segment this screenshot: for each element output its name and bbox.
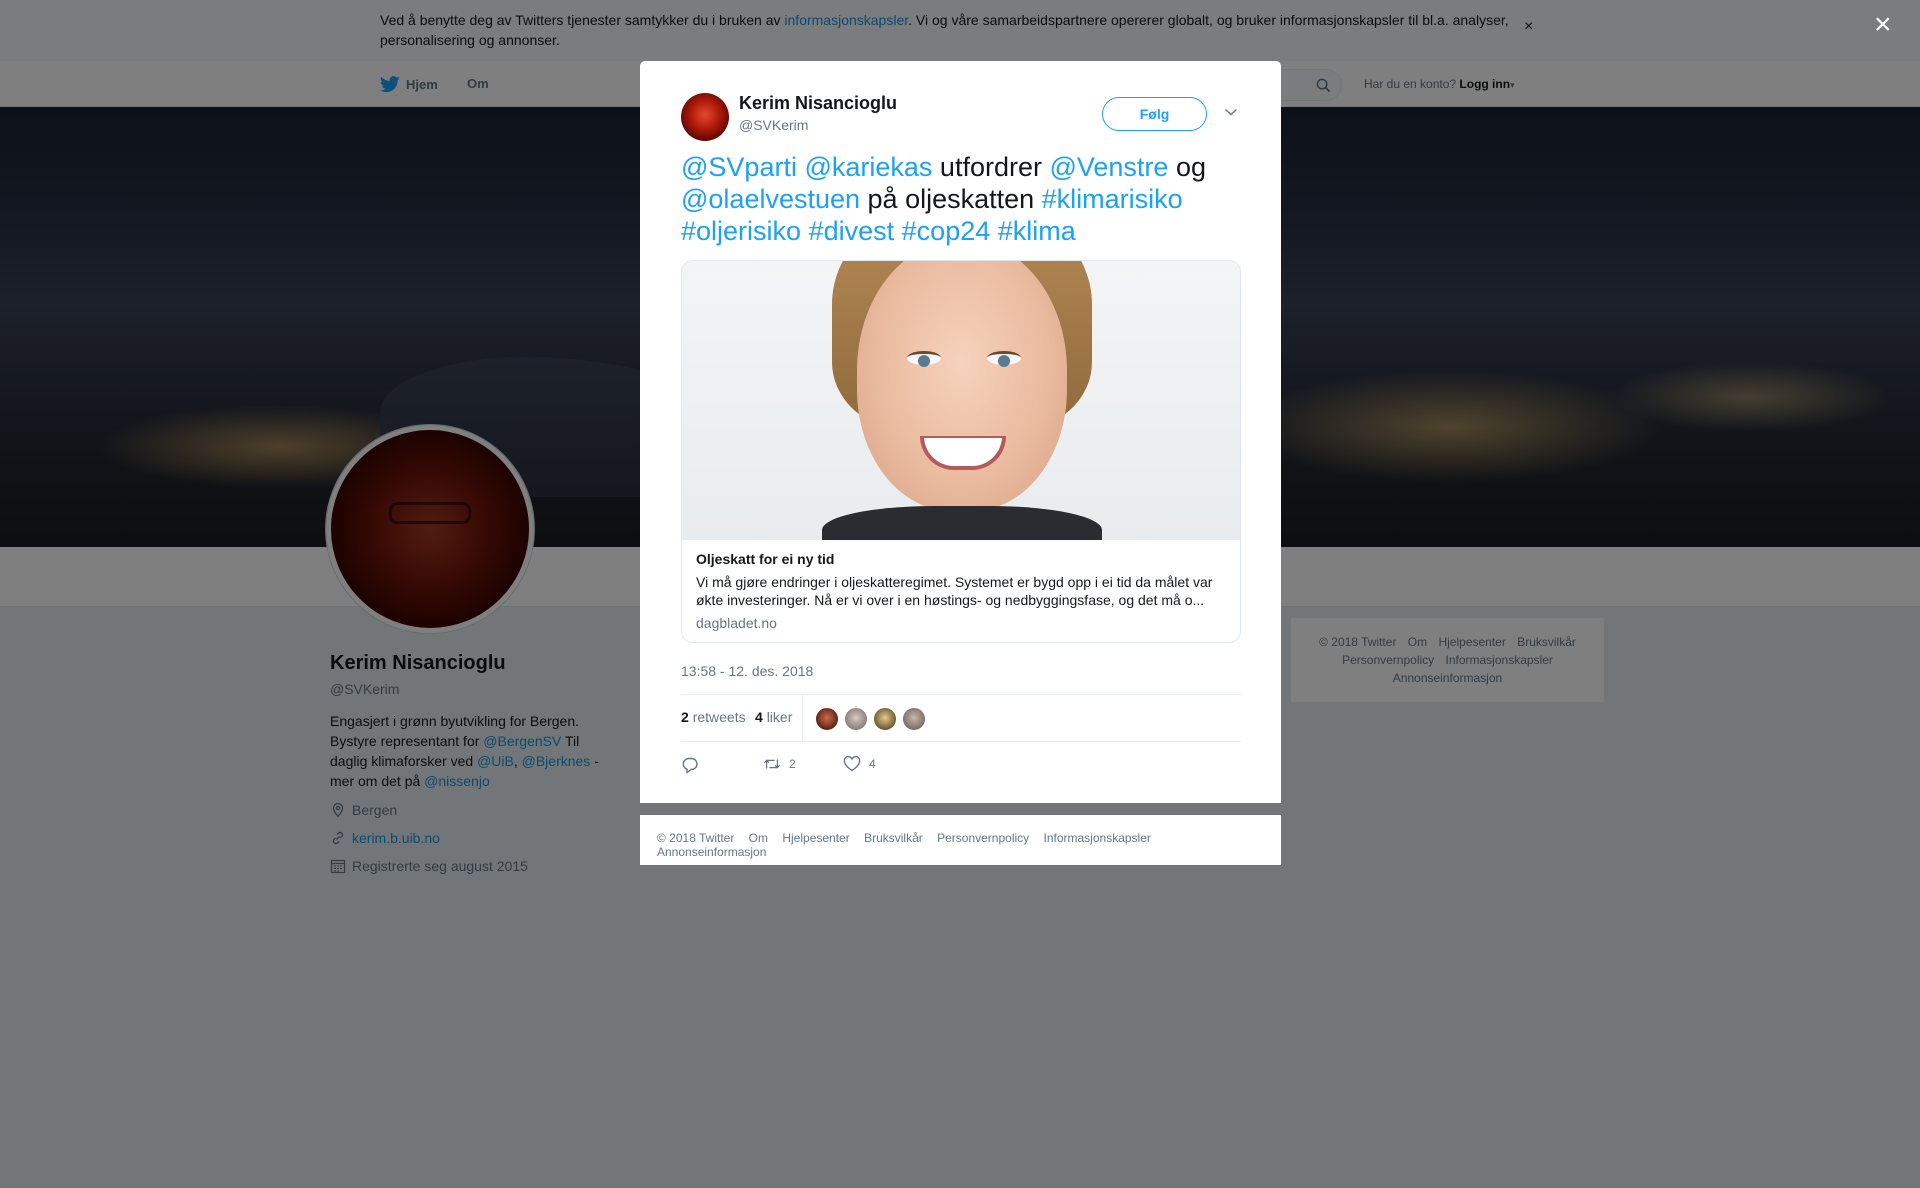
mention-kariekas[interactable]: @kariekas (804, 152, 932, 182)
liker-avatar[interactable] (873, 707, 897, 731)
modal-footer-about[interactable]: Om (749, 831, 768, 845)
liker-avatar[interactable] (815, 707, 839, 731)
hashtag-divest[interactable]: #divest (809, 216, 895, 246)
modal-footer-ads-info[interactable]: Annonseinformasjon (657, 845, 766, 859)
mention-svparti[interactable]: @SVparti (681, 152, 797, 182)
link-card[interactable]: Oljeskatt for ei ny tid Vi må gjøre endr… (681, 260, 1241, 643)
retweet-button[interactable]: 2 (763, 756, 796, 772)
close-overlay-button[interactable]: × (1874, 10, 1892, 40)
modal-footer-help[interactable]: Hjelpesenter (782, 831, 849, 845)
follow-button[interactable]: Følg (1102, 97, 1207, 131)
card-title: Oljeskatt for ei ny tid (696, 551, 835, 567)
likes-count: 4 (755, 709, 763, 725)
tweet-author-name[interactable]: Kerim Nisancioglu (739, 93, 897, 114)
tweet-text-part: utfordrer (932, 152, 1050, 182)
likes-label: liker (766, 709, 793, 725)
modal-footer-privacy[interactable]: Personvernpolicy (937, 831, 1029, 845)
retweets-label: retweets (692, 709, 746, 725)
tweet-modal: Kerim Nisancioglu @SVKerim Følg @SVparti… (640, 61, 1281, 803)
hashtag-oljerisiko[interactable]: #oljerisiko (681, 216, 801, 246)
modal-footer-terms[interactable]: Bruksvilkår (864, 831, 923, 845)
card-image-eye (987, 351, 1021, 367)
card-image (682, 261, 1240, 540)
retweets-count: 2 (681, 709, 689, 725)
like-count: 4 (869, 757, 876, 771)
retweet-count: 2 (789, 757, 796, 771)
reply-icon (682, 757, 698, 774)
like-button[interactable]: 4 (843, 756, 876, 772)
modal-footer-copyright: © 2018 Twitter (657, 831, 735, 845)
tweet-stats: 2 retweets 4 liker (681, 694, 1241, 742)
tweet-text: @SVparti @kariekas utfordrer @Venstre og… (681, 151, 1241, 247)
card-image-eye (907, 351, 941, 367)
hashtag-klima[interactable]: #klima (998, 216, 1076, 246)
liker-avatar[interactable] (902, 707, 926, 731)
reply-button[interactable] (681, 756, 699, 774)
tweet-timestamp[interactable]: 13:58 - 12. des. 2018 (681, 663, 813, 679)
mention-olaelvestuen[interactable]: @olaelvestuen (681, 184, 860, 214)
likes-stat[interactable]: 4 liker (755, 709, 792, 725)
hashtag-klimarisiko[interactable]: #klimarisiko (1042, 184, 1183, 214)
tweet-author-avatar[interactable] (681, 93, 729, 141)
hashtag-cop24[interactable]: #cop24 (902, 216, 991, 246)
card-info: Oljeskatt for ei ny tid Vi må gjøre endr… (696, 551, 1226, 631)
card-description: Vi må gjøre endringer i oljeskatteregime… (696, 574, 1213, 608)
heart-icon (843, 756, 861, 772)
card-image-jacket (822, 506, 1102, 540)
mention-venstre[interactable]: @Venstre (1049, 152, 1168, 182)
liker-avatar[interactable] (844, 707, 868, 731)
retweets-stat[interactable]: 2 retweets (681, 709, 746, 725)
tweet-text-part: på oljeskatten (860, 184, 1042, 214)
retweet-icon (763, 759, 781, 769)
card-domain: dagbladet.no (696, 615, 777, 631)
tweet-actions: 2 4 (681, 754, 1241, 784)
modal-footer-cookies[interactable]: Informasjonskapsler (1044, 831, 1151, 845)
modal-footer: © 2018 Twitter Om Hjelpesenter Bruksvilk… (640, 815, 1281, 865)
card-image-face (857, 261, 1067, 511)
stats-divider (802, 695, 803, 742)
chevron-down-icon[interactable] (1224, 107, 1238, 117)
tweet-text-part: og (1168, 152, 1206, 182)
tweet-author-handle[interactable]: @SVKerim (739, 117, 808, 133)
